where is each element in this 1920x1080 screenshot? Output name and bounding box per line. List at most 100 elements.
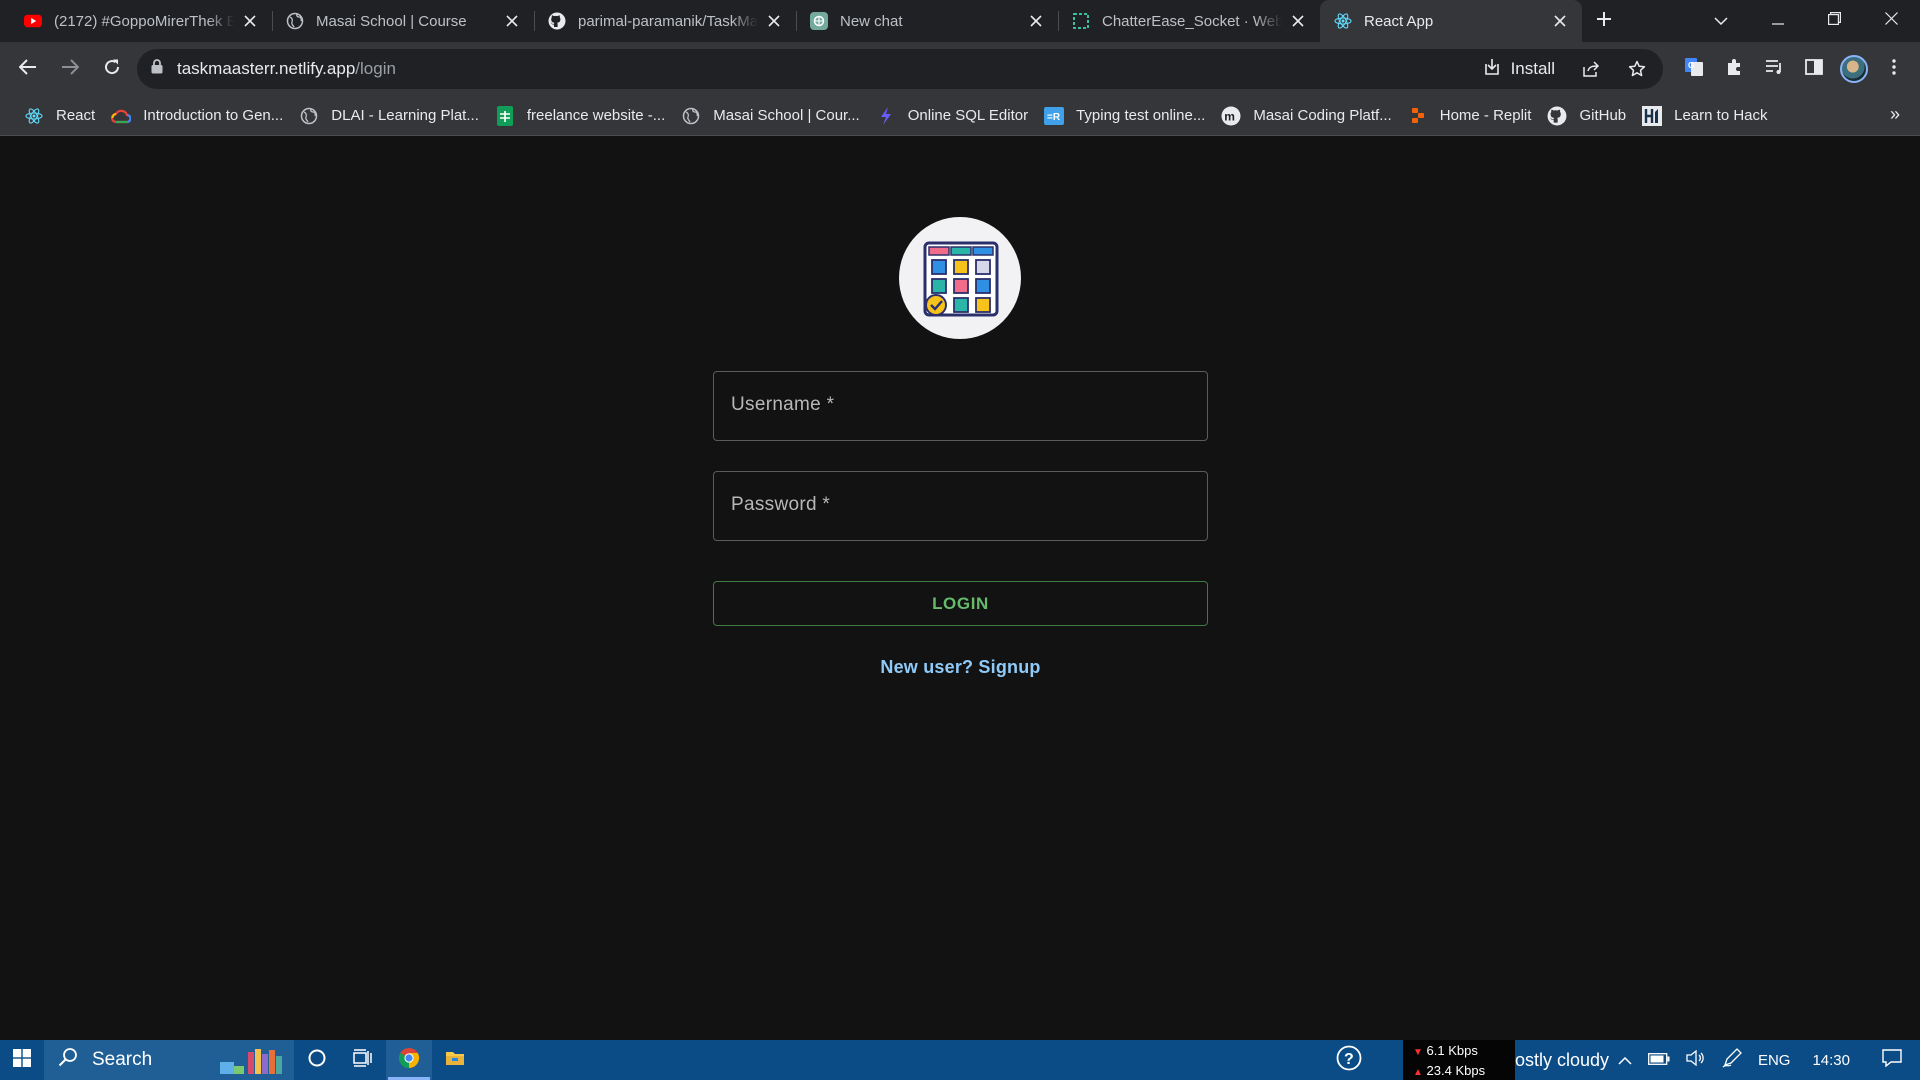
reload-icon	[103, 58, 121, 81]
bookmark-typing-test[interactable]: =R Typing test online...	[1036, 101, 1213, 131]
bookmark-label: Home - Replit	[1439, 107, 1532, 124]
tab-title: (2172) #GoppoMirerThek Ep	[54, 12, 234, 30]
url-text: taskmaasterr.netlify.app/login	[177, 59, 396, 79]
install-app-button[interactable]: Install	[1475, 58, 1563, 81]
login-button[interactable]: LOGIN	[713, 581, 1208, 626]
clock[interactable]: 14:30	[1798, 1040, 1864, 1080]
tray-overflow-button[interactable]	[1610, 1040, 1640, 1080]
tab-youtube[interactable]: (2172) #GoppoMirerThek Ep	[10, 0, 272, 42]
weather-widget[interactable]: ostly cloudy	[1515, 1040, 1609, 1080]
bookmarks-overflow-button[interactable]: »	[1890, 104, 1900, 125]
svg-text:m: m	[1225, 109, 1236, 123]
tab-search-button[interactable]	[1692, 0, 1749, 42]
bookmark-intro-gen[interactable]: Introduction to Gen...	[103, 101, 291, 131]
task-view-button[interactable]	[340, 1040, 386, 1080]
close-window-button[interactable]	[1863, 0, 1920, 42]
svg-text:?: ?	[1344, 1051, 1354, 1068]
task-board-icon	[923, 241, 999, 317]
avatar	[1840, 55, 1868, 83]
password-field[interactable]: Password *	[713, 471, 1208, 541]
start-button[interactable]	[0, 1040, 44, 1080]
install-label: Install	[1510, 59, 1555, 78]
bookmark-masai-coding[interactable]: m Masai Coding Platf...	[1213, 101, 1399, 131]
taskbar-file-explorer[interactable]	[432, 1040, 478, 1080]
bookmark-github[interactable]: GitHub	[1539, 101, 1634, 131]
close-tab-icon[interactable]	[1288, 11, 1308, 31]
close-tab-icon[interactable]	[764, 11, 784, 31]
close-icon	[1885, 12, 1898, 30]
extensions-button[interactable]	[1716, 51, 1752, 87]
tab-masai-course[interactable]: Masai School | Course	[272, 0, 534, 42]
address-bar[interactable]: taskmaasterr.netlify.app/login Install	[137, 49, 1663, 89]
minimize-button[interactable]	[1749, 0, 1806, 42]
react-icon	[24, 106, 44, 126]
help-button[interactable]: ?	[1329, 1040, 1369, 1080]
download-speed-value: 6.1 Kbps	[1426, 1043, 1478, 1058]
browser-tab-strip: (2172) #GoppoMirerThek Ep Masai School |…	[0, 0, 1920, 42]
forward-button[interactable]	[50, 49, 90, 89]
new-tab-button[interactable]	[1582, 0, 1626, 42]
signup-link[interactable]: New user? Signup	[713, 657, 1208, 678]
google-translate-button[interactable]: G	[1676, 51, 1712, 87]
github-icon	[1547, 106, 1567, 126]
taskbar-search-box[interactable]: Search	[44, 1040, 294, 1080]
bookmark-label: Online SQL Editor	[907, 107, 1029, 124]
typing-icon: =R	[1044, 106, 1065, 126]
chevron-down-icon	[1713, 12, 1728, 30]
lock-icon	[151, 59, 163, 79]
bookmark-react[interactable]: React	[16, 101, 103, 131]
toolbar-extensions: G	[1676, 49, 1912, 89]
bookmark-learn-to-hack[interactable]: Learn to Hack	[1634, 101, 1775, 131]
pen-button[interactable]	[1714, 1040, 1750, 1080]
playlist-icon	[1765, 59, 1783, 80]
tab-new-chat[interactable]: New chat	[796, 0, 1058, 42]
notifications-button[interactable]	[1864, 1040, 1920, 1080]
hackerrank-icon	[1642, 105, 1663, 126]
cortana-button[interactable]	[294, 1040, 340, 1080]
menu-button[interactable]	[1876, 51, 1912, 87]
bookmark-star-icon[interactable]	[1619, 51, 1655, 87]
reading-list-button[interactable]	[1756, 51, 1792, 87]
back-button[interactable]	[8, 49, 48, 89]
password-input[interactable]	[714, 472, 1207, 540]
react-icon	[1334, 12, 1352, 30]
tab-list: (2172) #GoppoMirerThek Ep Masai School |…	[0, 0, 1626, 42]
profile-button[interactable]	[1836, 51, 1872, 87]
github-icon	[548, 12, 566, 30]
bookmark-masai-course[interactable]: Masai School | Cour...	[673, 101, 867, 131]
arrow-left-icon	[18, 58, 37, 80]
network-speed-meter: ▼ 6.1 Kbps ▲ 23.4 Kbps	[1403, 1040, 1515, 1080]
close-tab-icon[interactable]	[502, 11, 522, 31]
share-icon[interactable]	[1573, 51, 1609, 87]
tab-react-app[interactable]: React App	[1320, 0, 1582, 42]
bookmark-label: React	[56, 107, 96, 124]
install-icon	[1483, 58, 1501, 81]
battery-button[interactable]	[1640, 1040, 1678, 1080]
tab-chatterease[interactable]: ChatterEase_Socket · Web S	[1058, 0, 1320, 42]
username-field[interactable]: Username *	[713, 371, 1208, 441]
bookmark-sql-editor[interactable]: Online SQL Editor	[868, 101, 1036, 131]
reload-button[interactable]	[92, 49, 132, 89]
volume-button[interactable]	[1678, 1040, 1714, 1080]
taskbar-chrome[interactable]	[386, 1040, 432, 1080]
side-panel-button[interactable]	[1796, 51, 1832, 87]
tab-title: parimal-paramanik/TaskMa	[578, 12, 758, 30]
folder-icon	[445, 1049, 465, 1072]
tab-github-repo[interactable]: parimal-paramanik/TaskMa	[534, 0, 796, 42]
close-tab-icon[interactable]	[240, 11, 260, 31]
username-input[interactable]	[714, 372, 1207, 440]
close-tab-icon[interactable]	[1550, 11, 1570, 31]
task-view-icon	[353, 1048, 373, 1072]
bookmark-freelance[interactable]: freelance website -...	[487, 101, 673, 131]
bookmark-replit[interactable]: Home - Replit	[1400, 101, 1540, 131]
restore-button[interactable]	[1806, 0, 1863, 42]
replit-icon	[1408, 106, 1428, 126]
bookmark-label: Masai Coding Platf...	[1253, 107, 1392, 124]
plus-icon	[1596, 11, 1612, 32]
google-cloud-icon	[111, 106, 132, 126]
close-tab-icon[interactable]	[1026, 11, 1046, 31]
language-indicator[interactable]: ENG	[1750, 1040, 1799, 1080]
bookmark-label: freelance website -...	[526, 107, 666, 124]
bookmark-dlai[interactable]: DLAI - Learning Plat...	[291, 101, 487, 131]
help-icon: ?	[1336, 1045, 1362, 1076]
